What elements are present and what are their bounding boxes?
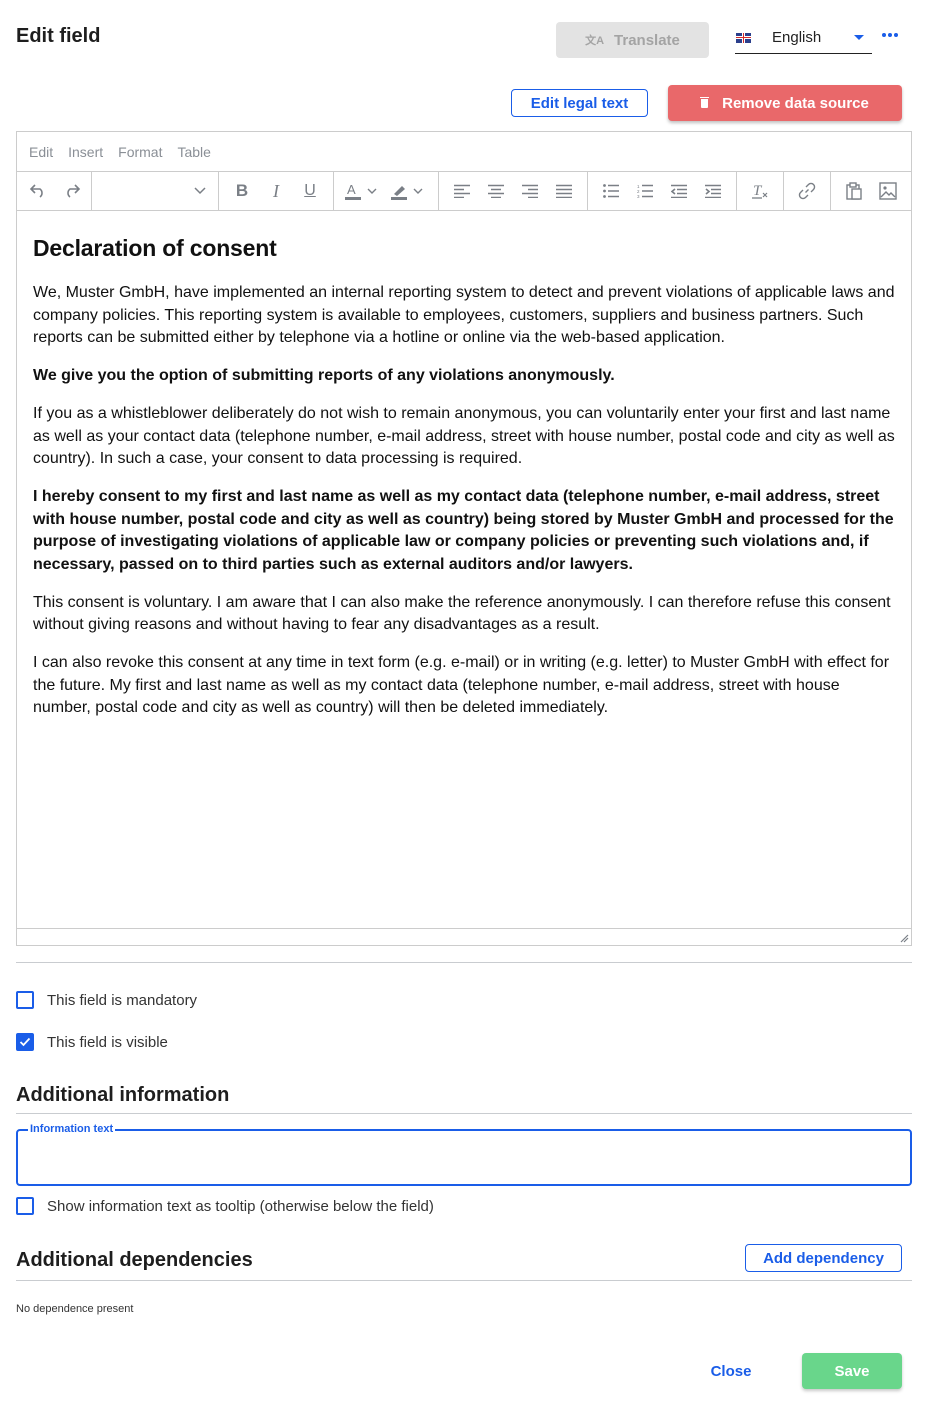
mandatory-checkbox[interactable] (16, 991, 34, 1009)
close-button[interactable]: Close (700, 1358, 762, 1384)
visible-checkbox[interactable] (16, 1033, 34, 1051)
additional-dependencies-title: Additional dependencies (16, 1249, 253, 1271)
caret-down-icon (854, 35, 864, 40)
checkmark-icon (19, 1037, 31, 1047)
indent-icon[interactable] (696, 175, 730, 207)
editor-menubar: Edit Insert Format Table (17, 132, 911, 171)
link-icon[interactable] (790, 175, 824, 207)
content-paragraph: I can also revoke this consent at any ti… (33, 654, 890, 716)
align-right-icon[interactable] (513, 175, 547, 207)
uk-flag-icon (736, 32, 751, 43)
numbered-list-icon[interactable]: 123 (628, 175, 662, 207)
outdent-icon[interactable] (662, 175, 696, 207)
text-color-icon[interactable]: A (340, 175, 386, 207)
content-paragraph: If you as a whistleblower deliberately d… (33, 405, 895, 467)
remove-data-source-label: Remove data source (722, 94, 869, 112)
visible-checkbox-row[interactable]: This field is visible (16, 1033, 168, 1051)
add-dependency-button[interactable]: Add dependency (745, 1244, 902, 1272)
translate-label: Translate (614, 31, 680, 49)
svg-text:A: A (347, 182, 356, 197)
tooltip-checkbox-row[interactable]: Show information text as tooltip (otherw… (16, 1197, 434, 1215)
align-center-icon[interactable] (479, 175, 513, 207)
visible-label: This field is visible (47, 1033, 168, 1051)
editor-content-area[interactable]: Declaration of consent We, Muster GmbH, … (17, 235, 911, 720)
content-paragraph: I hereby consent to my first and last na… (33, 488, 894, 573)
tooltip-label: Show information text as tooltip (otherw… (47, 1197, 434, 1215)
tooltip-checkbox[interactable] (16, 1197, 34, 1215)
bold-icon[interactable]: B (225, 175, 259, 207)
rich-text-editor: Edit Insert Format Table B I U A 1 2 3 T… (16, 131, 912, 946)
page-title: Edit field (16, 25, 101, 47)
information-text-label: Information text (28, 1123, 116, 1135)
svg-text:3: 3 (637, 194, 640, 198)
align-justify-icon[interactable] (547, 175, 581, 207)
divider (16, 962, 912, 963)
edit-legal-text-button[interactable]: Edit legal text (511, 89, 648, 117)
italic-icon[interactable]: I (259, 175, 293, 207)
resize-handle-icon[interactable] (900, 934, 909, 943)
content-paragraph: We give you the option of submitting rep… (33, 367, 615, 384)
align-left-icon[interactable] (445, 175, 479, 207)
editor-statusbar (17, 928, 911, 945)
highlight-color-icon[interactable] (386, 175, 432, 207)
more-dot (888, 33, 892, 37)
undo-icon[interactable] (21, 175, 55, 207)
trash-icon (700, 96, 710, 108)
svg-text:T: T (753, 183, 763, 199)
content-heading: Declaration of consent (33, 235, 277, 261)
mandatory-checkbox-row[interactable]: This field is mandatory (16, 991, 197, 1009)
mandatory-label: This field is mandatory (47, 991, 198, 1009)
block-format-select[interactable] (92, 172, 219, 210)
redo-icon[interactable] (55, 175, 89, 207)
menu-format[interactable]: Format (118, 144, 162, 160)
translate-button[interactable]: 文A Translate (556, 22, 709, 58)
no-dependency-text: No dependence present (16, 1303, 134, 1315)
section-divider (16, 1113, 912, 1114)
more-dot (894, 33, 898, 37)
menu-insert[interactable]: Insert (68, 144, 103, 160)
clear-formatting-icon[interactable]: T (743, 175, 777, 207)
chevron-down-icon (194, 187, 206, 195)
save-button[interactable]: Save (802, 1353, 902, 1389)
paste-icon[interactable] (837, 175, 871, 207)
more-options-button[interactable] (882, 33, 898, 37)
language-selected: English (772, 29, 822, 46)
additional-information-title: Additional information (16, 1084, 230, 1106)
bullet-list-icon[interactable] (594, 175, 628, 207)
content-paragraph: This consent is voluntary. I am aware th… (33, 593, 891, 634)
information-text-input[interactable] (30, 1147, 890, 1173)
more-horizontal-icon (882, 33, 886, 37)
editor-toolbar: B I U A 123 T (17, 171, 911, 211)
underline-icon[interactable]: U (293, 175, 327, 207)
translate-icon: 文A (585, 35, 605, 47)
content-paragraph: We, Muster GmbH, have implemented an int… (33, 284, 895, 346)
image-icon[interactable] (871, 175, 905, 207)
remove-data-source-button[interactable]: Remove data source (668, 85, 902, 121)
language-select[interactable]: English (735, 22, 872, 54)
section-divider (16, 1280, 912, 1281)
menu-table[interactable]: Table (177, 144, 210, 160)
menu-edit[interactable]: Edit (29, 144, 53, 160)
information-text-field[interactable]: Information text (16, 1123, 912, 1186)
